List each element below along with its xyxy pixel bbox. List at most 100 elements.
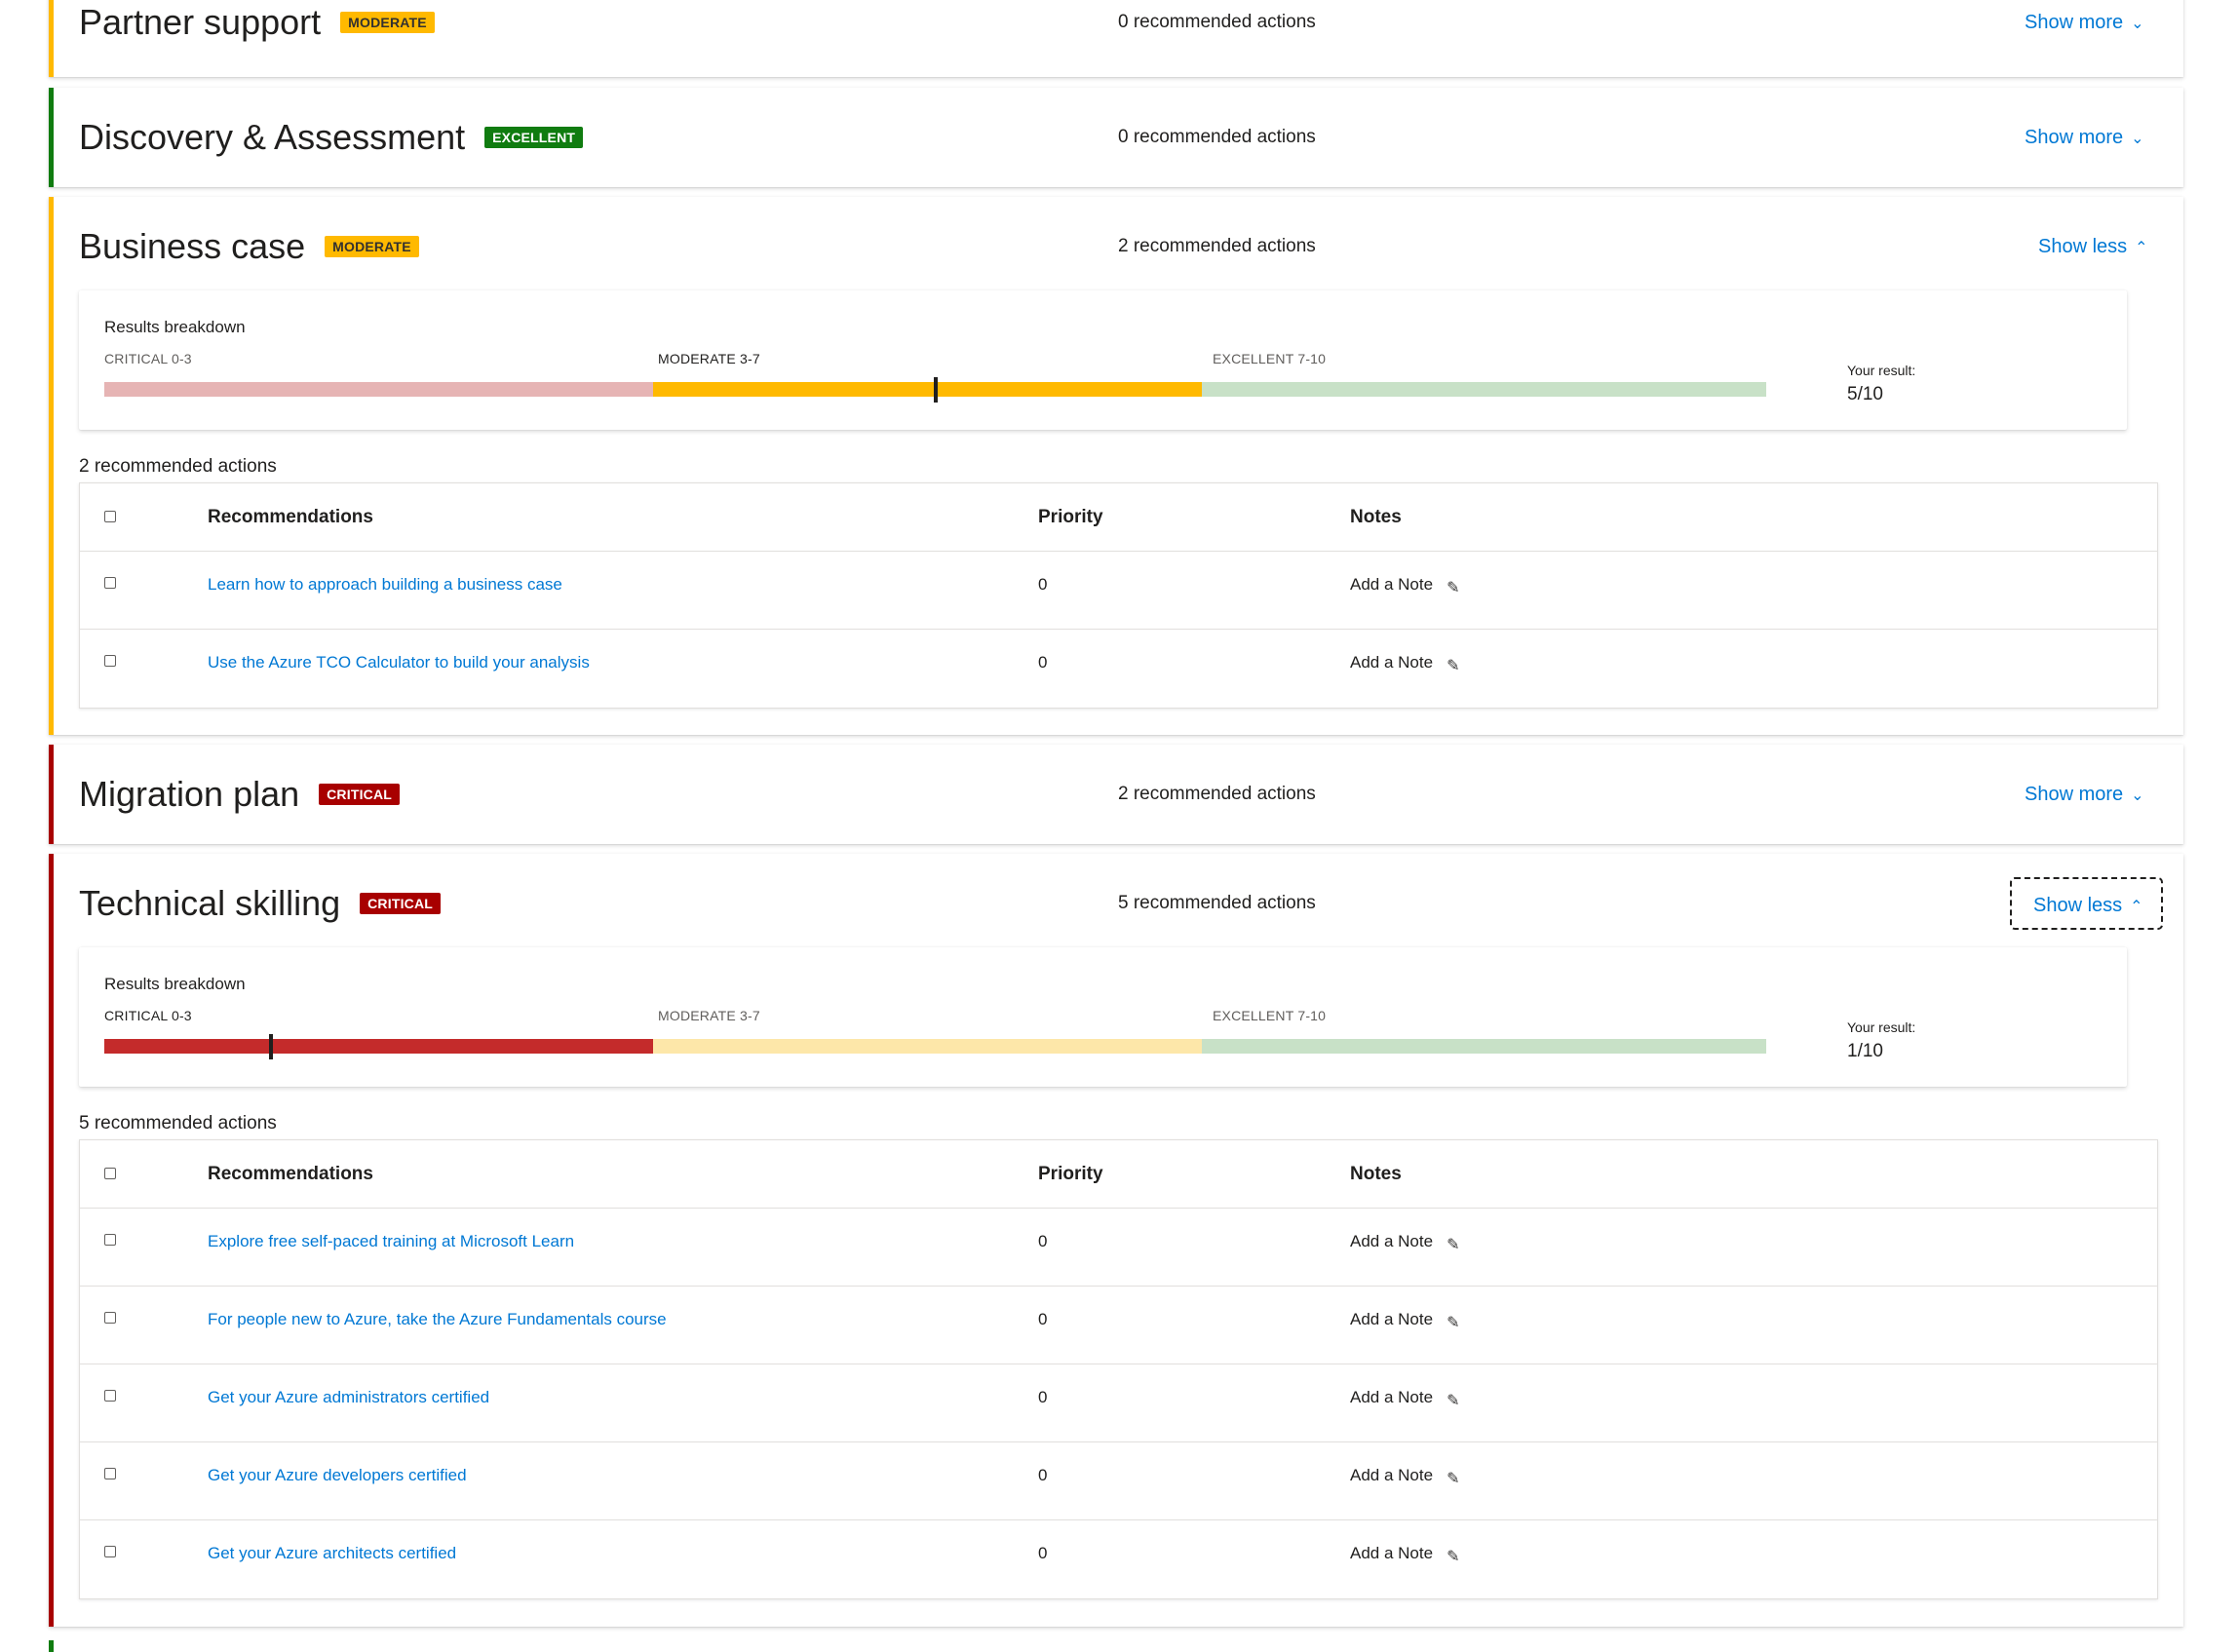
- priority-value: 0: [1038, 1544, 1048, 1562]
- priority-value: 0: [1038, 1310, 1048, 1328]
- pencil-icon: ✎: [1447, 1471, 1460, 1487]
- row-checkbox[interactable]: [104, 1468, 116, 1479]
- toggle-label: Show more: [2025, 127, 2124, 148]
- recommended-actions-count: 0 recommended actions: [1118, 12, 1316, 32]
- show-more-button[interactable]: Show more ⌄: [2003, 0, 2166, 49]
- status-badge: MODERATE: [325, 236, 419, 257]
- critical-range-label: CRITICAL 0-3: [104, 1008, 192, 1023]
- recommendation-link[interactable]: Get your Azure architects certified: [208, 1520, 456, 1587]
- recommendations-table: Recommendations Priority Notes Explore f…: [79, 1139, 2158, 1599]
- toggle-label: Show less: [2038, 236, 2128, 257]
- actions-count: 5 recommended actions: [79, 1113, 277, 1133]
- row-checkbox[interactable]: [104, 577, 116, 589]
- section-title: Business case: [79, 226, 306, 266]
- select-all-checkbox[interactable]: [104, 511, 116, 522]
- recommendation-link[interactable]: Get your Azure developers certified: [208, 1442, 467, 1509]
- breakdown-title: Results breakdown: [104, 975, 246, 993]
- section-header: Discovery & Assessment EXCELLENT 0 recom…: [54, 84, 2183, 191]
- your-result-label: Your result:: [1847, 1019, 1916, 1035]
- add-note-button[interactable]: Add a Note ✎: [1350, 1287, 1459, 1353]
- row-checkbox[interactable]: [104, 1234, 116, 1246]
- critical-segment: [104, 1039, 653, 1054]
- table-row: Get your Azure administrators certified …: [80, 1364, 2157, 1442]
- section-business-case: Business case MODERATE 2 recommended act…: [49, 197, 2183, 735]
- recommendation-link[interactable]: Get your Azure administrators certified: [208, 1364, 489, 1431]
- add-note-button[interactable]: Add a Note ✎: [1350, 630, 1459, 696]
- add-note-button[interactable]: Add a Note ✎: [1350, 1209, 1459, 1275]
- chevron-up-icon: ⌃: [2135, 240, 2148, 256]
- breakdown-title: Results breakdown: [104, 318, 246, 336]
- recommended-actions-count: 0 recommended actions: [1118, 127, 1316, 147]
- actions-count: 2 recommended actions: [79, 456, 277, 477]
- pencil-icon: ✎: [1447, 658, 1460, 674]
- add-note-label: Add a Note: [1350, 653, 1434, 672]
- add-note-label: Add a Note: [1350, 1466, 1434, 1484]
- priority-value: 0: [1038, 653, 1048, 672]
- recommended-actions-count: 5 recommended actions: [1118, 893, 1316, 913]
- status-badge: CRITICAL: [319, 784, 401, 805]
- add-note-label: Add a Note: [1350, 1388, 1434, 1406]
- show-more-button[interactable]: Show more ⌄: [2003, 768, 2166, 821]
- section-title: Partner support: [79, 2, 322, 42]
- chevron-up-icon: ⌃: [2130, 899, 2143, 915]
- critical-range-label: CRITICAL 0-3: [104, 351, 192, 366]
- show-less-button[interactable]: Show less ⌃: [2010, 877, 2163, 930]
- priority-value: 0: [1038, 1388, 1048, 1406]
- toggle-label: Show more: [2025, 12, 2124, 33]
- table-header-row: Recommendations Priority Notes: [80, 483, 2157, 552]
- row-checkbox[interactable]: [104, 655, 116, 667]
- excellent-segment: [1202, 382, 1766, 397]
- result-bar: [104, 1034, 1766, 1059]
- row-checkbox[interactable]: [104, 1390, 116, 1402]
- col-priority: Priority: [1038, 1164, 1103, 1184]
- section-title: Migration plan: [79, 774, 300, 814]
- col-notes: Notes: [1350, 1164, 1402, 1184]
- status-badge: CRITICAL: [360, 893, 442, 914]
- add-note-button[interactable]: Add a Note ✎: [1350, 552, 1459, 618]
- section-header: Technical skilling CRITICAL 5 recommende…: [54, 850, 2183, 957]
- moderate-range-label: MODERATE 3-7: [658, 1008, 760, 1023]
- your-result-value: 1/10: [1847, 1041, 1883, 1061]
- section-migration-plan: Migration plan CRITICAL 2 recommended ac…: [49, 745, 2183, 844]
- next-section-edge: [49, 1640, 54, 1652]
- add-note-label: Add a Note: [1350, 1544, 1434, 1562]
- row-checkbox[interactable]: [104, 1312, 116, 1324]
- add-note-button[interactable]: Add a Note ✎: [1350, 1442, 1459, 1509]
- chevron-down-icon: ⌄: [2131, 788, 2144, 804]
- moderate-segment: [653, 1039, 1202, 1054]
- results-breakdown: Results breakdown CRITICAL 0-3 MODERATE …: [79, 290, 2127, 430]
- table-row: For people new to Azure, take the Azure …: [80, 1287, 2157, 1364]
- table-row: Get your Azure architects certified 0 Ad…: [80, 1520, 2157, 1598]
- recommendation-link[interactable]: For people new to Azure, take the Azure …: [208, 1287, 667, 1353]
- recommendation-link[interactable]: Explore free self-paced training at Micr…: [208, 1209, 574, 1275]
- col-notes: Notes: [1350, 507, 1402, 527]
- pencil-icon: ✎: [1447, 1237, 1460, 1253]
- status-badge: EXCELLENT: [484, 127, 584, 148]
- recommendation-link[interactable]: Use the Azure TCO Calculator to build yo…: [208, 630, 590, 696]
- section-header: Business case MODERATE 2 recommended act…: [54, 193, 2183, 300]
- excellent-segment: [1202, 1039, 1766, 1054]
- section-discovery-assessment: Discovery & Assessment EXCELLENT 0 recom…: [49, 88, 2183, 187]
- select-all-checkbox[interactable]: [104, 1168, 116, 1179]
- excellent-range-label: EXCELLENT 7-10: [1213, 1008, 1327, 1023]
- recommendation-link[interactable]: Learn how to approach building a busines…: [208, 552, 562, 618]
- pencil-icon: ✎: [1447, 1315, 1460, 1331]
- result-marker: [268, 1034, 273, 1059]
- add-note-label: Add a Note: [1350, 1232, 1434, 1250]
- section-title-wrap: Technical skilling CRITICAL: [79, 850, 442, 957]
- recommended-actions-count: 2 recommended actions: [1118, 236, 1316, 256]
- section-technical-skilling: Technical skilling CRITICAL 5 recommende…: [49, 854, 2183, 1627]
- critical-segment: [104, 382, 653, 397]
- moderate-range-label: MODERATE 3-7: [658, 351, 760, 366]
- pencil-icon: ✎: [1447, 1549, 1460, 1565]
- section-title-wrap: Business case MODERATE: [79, 193, 419, 300]
- add-note-button[interactable]: Add a Note ✎: [1350, 1520, 1459, 1587]
- table-row: Get your Azure developers certified 0 Ad…: [80, 1442, 2157, 1520]
- show-less-button[interactable]: Show less ⌃: [2017, 220, 2170, 273]
- row-checkbox[interactable]: [104, 1546, 116, 1557]
- your-result-label: Your result:: [1847, 363, 1916, 378]
- show-more-button[interactable]: Show more ⌄: [2003, 111, 2166, 164]
- section-title-wrap: Migration plan CRITICAL: [79, 741, 401, 848]
- priority-value: 0: [1038, 575, 1048, 594]
- add-note-button[interactable]: Add a Note ✎: [1350, 1364, 1459, 1431]
